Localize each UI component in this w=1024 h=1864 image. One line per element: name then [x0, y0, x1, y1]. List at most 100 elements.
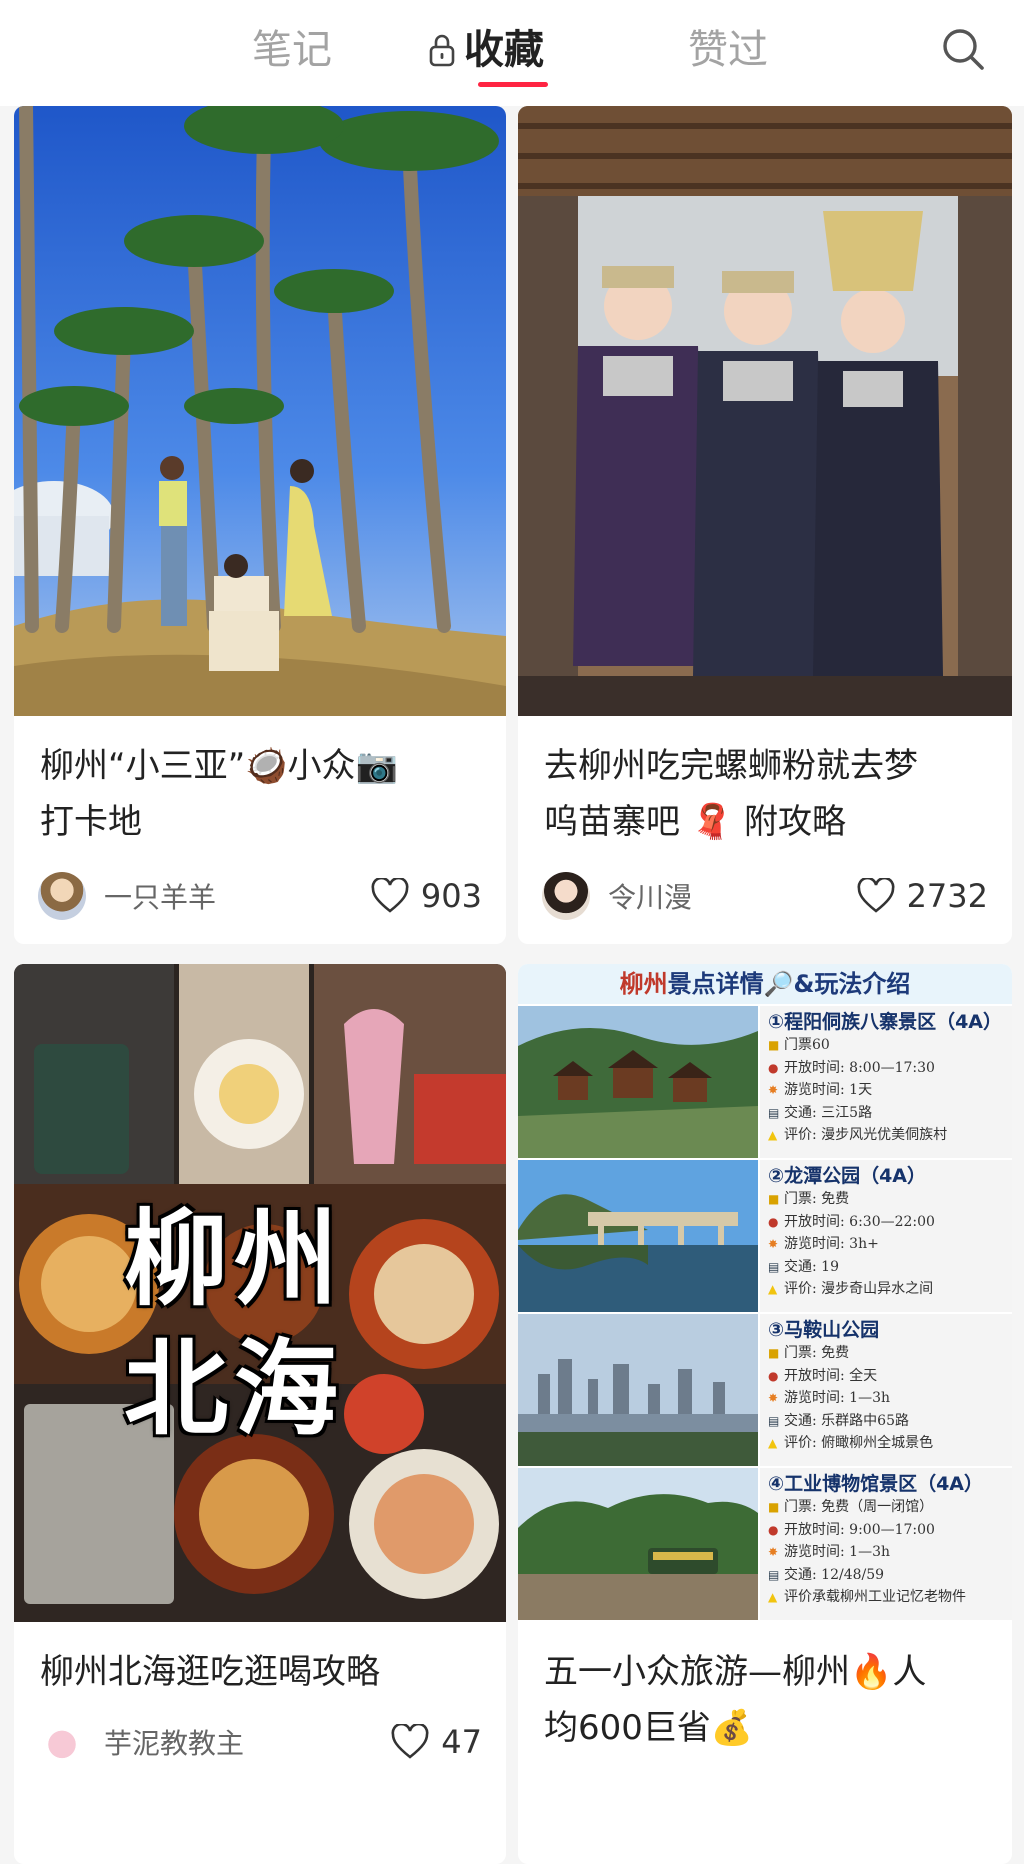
info-text: 游览时间: 1—3h	[784, 1544, 890, 1560]
info-text: 开放时间: 9:00—17:00	[784, 1521, 935, 1538]
favorites-feed: 柳州“小三亚”🥥小众📷 打卡地 一只羊羊 903 去柳州吃完螺蛳粉就去梦 呜苗寨…	[0, 106, 1024, 1864]
cover-text-line-1: 柳州	[124, 1197, 345, 1320]
attraction-panel: ④工业博物馆景区（4A） ■ 门票: 免费（周一闭馆） ● 开放时间: 9:00—1…	[518, 1468, 1012, 1620]
attraction-info: ①程阳侗族八寨景区（4A） ■ 门票60 ● 开放时间: 8:00—17:30 ✸ 游…	[760, 1006, 1012, 1158]
info-text: 门票: 免费（周一闭馆）	[784, 1499, 934, 1515]
note-title[interactable]: 五一小众旅游—柳州🔥人 均600巨省💰	[544, 1644, 992, 1756]
info-bullet-icon: ●	[768, 1368, 779, 1383]
cover-image	[518, 106, 1012, 716]
info-bullet-icon: ▲	[768, 1436, 778, 1450]
info-bullet-icon: ✸	[768, 1545, 779, 1559]
note-card[interactable]: 柳州 北海 柳州北海逛吃逛喝攻略 芋泥教教主 47	[14, 964, 506, 1864]
attraction-panel: ①程阳侗族八寨景区（4A） ■ 门票60 ● 开放时间: 8:00—17:30 ✸ 游…	[518, 1006, 1012, 1158]
tab-liked[interactable]: 赞过	[688, 22, 768, 78]
info-bullet-icon: ●	[768, 1214, 779, 1229]
ticket-row: ■ 门票: 免费（周一闭馆）	[768, 1496, 1006, 1519]
info-text: 评价: 俯瞰柳州全城景色	[784, 1435, 934, 1451]
attraction-photo	[518, 1160, 758, 1312]
tab-list: 笔记 收藏 赞过	[0, 0, 1024, 106]
info-bullet-icon: ■	[768, 1038, 780, 1052]
cover-image	[14, 106, 506, 716]
info-bullet-icon: ▲	[768, 1590, 778, 1604]
info-text: 开放时间: 6:30—22:00	[784, 1213, 935, 1230]
attraction-photo	[518, 1468, 758, 1620]
note-meta: 芋泥教教主 47	[38, 1716, 482, 1768]
like-count: 903	[420, 877, 482, 915]
attraction-name: ②龙潭公园（4A）	[768, 1165, 927, 1187]
search-icon[interactable]	[940, 26, 986, 72]
author-name[interactable]: 一只羊羊	[104, 876, 371, 916]
duration-row: ✸ 游览时间: 1天	[768, 1079, 1006, 1102]
guide-header-city: 柳州	[619, 970, 668, 998]
transit-row: ▤ 交通: 乐群路中65路	[768, 1410, 1006, 1433]
tab-liked-label: 赞过	[688, 27, 768, 73]
info-text: 游览时间: 3h+	[784, 1236, 879, 1252]
attraction-name: ④工业博物馆景区（4A）	[768, 1473, 984, 1495]
ticket-row: ■ 门票60	[768, 1034, 1006, 1057]
info-bullet-icon: ■	[768, 1192, 780, 1206]
hours-row: ● 开放时间: 6:30—22:00	[768, 1211, 1006, 1234]
attraction-info: ②龙潭公园（4A） ■ 门票: 免费 ● 开放时间: 6:30—22:00 ✸ 游览时…	[760, 1160, 1012, 1312]
avatar[interactable]	[38, 872, 86, 920]
tab-favorites-label: 收藏	[464, 27, 544, 73]
info-text: 交通: 19	[784, 1258, 839, 1275]
info-text: 游览时间: 1天	[784, 1082, 873, 1098]
avatar[interactable]	[38, 1718, 86, 1766]
info-text: 评价: 漫步风光优美侗族村	[784, 1127, 948, 1143]
info-bullet-icon: ▤	[768, 1259, 780, 1274]
attraction-name: ③马鞍山公园	[768, 1319, 880, 1341]
tab-notes[interactable]: 笔记	[252, 22, 332, 78]
attraction-photo	[518, 1314, 758, 1466]
note-card[interactable]: 柳州“小三亚”🥥小众📷 打卡地 一只羊羊 903	[14, 106, 506, 944]
info-bullet-icon: ■	[768, 1346, 780, 1360]
info-text: 门票: 免费	[784, 1345, 850, 1361]
info-bullet-icon: ▲	[768, 1282, 778, 1296]
note-title[interactable]: 去柳州吃完螺蛳粉就去梦 呜苗寨吧 🧣 附攻略	[544, 738, 992, 850]
info-text: 评价: 漫步奇山异水之间	[784, 1281, 934, 1297]
ticket-row: ■ 门票: 免费	[768, 1342, 1006, 1365]
heart-icon[interactable]	[391, 1724, 429, 1760]
note-title[interactable]: 柳州北海逛吃逛喝攻略	[40, 1644, 486, 1700]
info-text: 开放时间: 8:00—17:30	[784, 1059, 935, 1076]
transit-row: ▤ 交通: 19	[768, 1256, 1006, 1279]
info-text: 交通: 乐群路中65路	[784, 1412, 909, 1429]
like-count: 47	[441, 1723, 482, 1761]
info-text: 交通: 12/48/59	[784, 1566, 885, 1583]
info-text: 门票: 免费	[784, 1191, 850, 1207]
info-text: 游览时间: 1—3h	[784, 1390, 890, 1406]
active-tab-indicator	[478, 82, 548, 87]
heart-icon[interactable]	[857, 878, 895, 914]
author-name[interactable]: 芋泥教教主	[104, 1722, 391, 1762]
review-row: ▲ 评价: 漫步奇山异水之间	[768, 1278, 1006, 1301]
note-title[interactable]: 柳州“小三亚”🥥小众📷 打卡地	[40, 738, 486, 850]
review-row: ▲ 评价承载柳州工业记忆老物件	[768, 1586, 1006, 1609]
author-name[interactable]: 令川漫	[608, 876, 857, 916]
note-card[interactable]: 柳州景点详情🔎&玩法介绍 ①程阳侗族八寨景区（4A） ■ 门票60 ● 开放时间: …	[518, 964, 1012, 1864]
info-bullet-icon: ✸	[768, 1083, 779, 1097]
note-meta: 令川漫 2732	[542, 870, 988, 922]
review-row: ▲ 评价: 漫步风光优美侗族村	[768, 1124, 1006, 1147]
guide-header: 柳州景点详情🔎&玩法介绍	[518, 964, 1012, 1004]
info-text: 门票60	[784, 1037, 830, 1053]
avatar[interactable]	[542, 872, 590, 920]
tab-favorites[interactable]: 收藏	[428, 22, 544, 78]
top-tab-bar: 笔记 收藏 赞过	[0, 0, 1024, 106]
info-text: 评价承载柳州工业记忆老物件	[784, 1589, 966, 1605]
duration-row: ✸ 游览时间: 1—3h	[768, 1387, 1006, 1410]
transit-row: ▤ 交通: 12/48/59	[768, 1564, 1006, 1587]
info-bullet-icon: ✸	[768, 1391, 779, 1405]
info-bullet-icon: ✸	[768, 1237, 779, 1251]
lock-icon	[429, 34, 455, 67]
attraction-photo	[518, 1006, 758, 1158]
note-meta: 一只羊羊 903	[38, 870, 482, 922]
attraction-panel: ③马鞍山公园 ■ 门票: 免费 ● 开放时间: 全天 ✸ 游览时间: 1—3h ▤ 交通…	[518, 1314, 1012, 1466]
info-bullet-icon: ▤	[768, 1567, 780, 1582]
info-bullet-icon: ▤	[768, 1105, 780, 1120]
info-bullet-icon: ▲	[768, 1128, 778, 1142]
ticket-row: ■ 门票: 免费	[768, 1188, 1006, 1211]
note-card[interactable]: 去柳州吃完螺蛳粉就去梦 呜苗寨吧 🧣 附攻略 令川漫 2732	[518, 106, 1012, 944]
like-count: 2732	[906, 877, 988, 915]
review-row: ▲ 评价: 俯瞰柳州全城景色	[768, 1432, 1006, 1455]
info-text: 开放时间: 全天	[784, 1367, 878, 1384]
heart-icon[interactable]	[371, 878, 409, 914]
